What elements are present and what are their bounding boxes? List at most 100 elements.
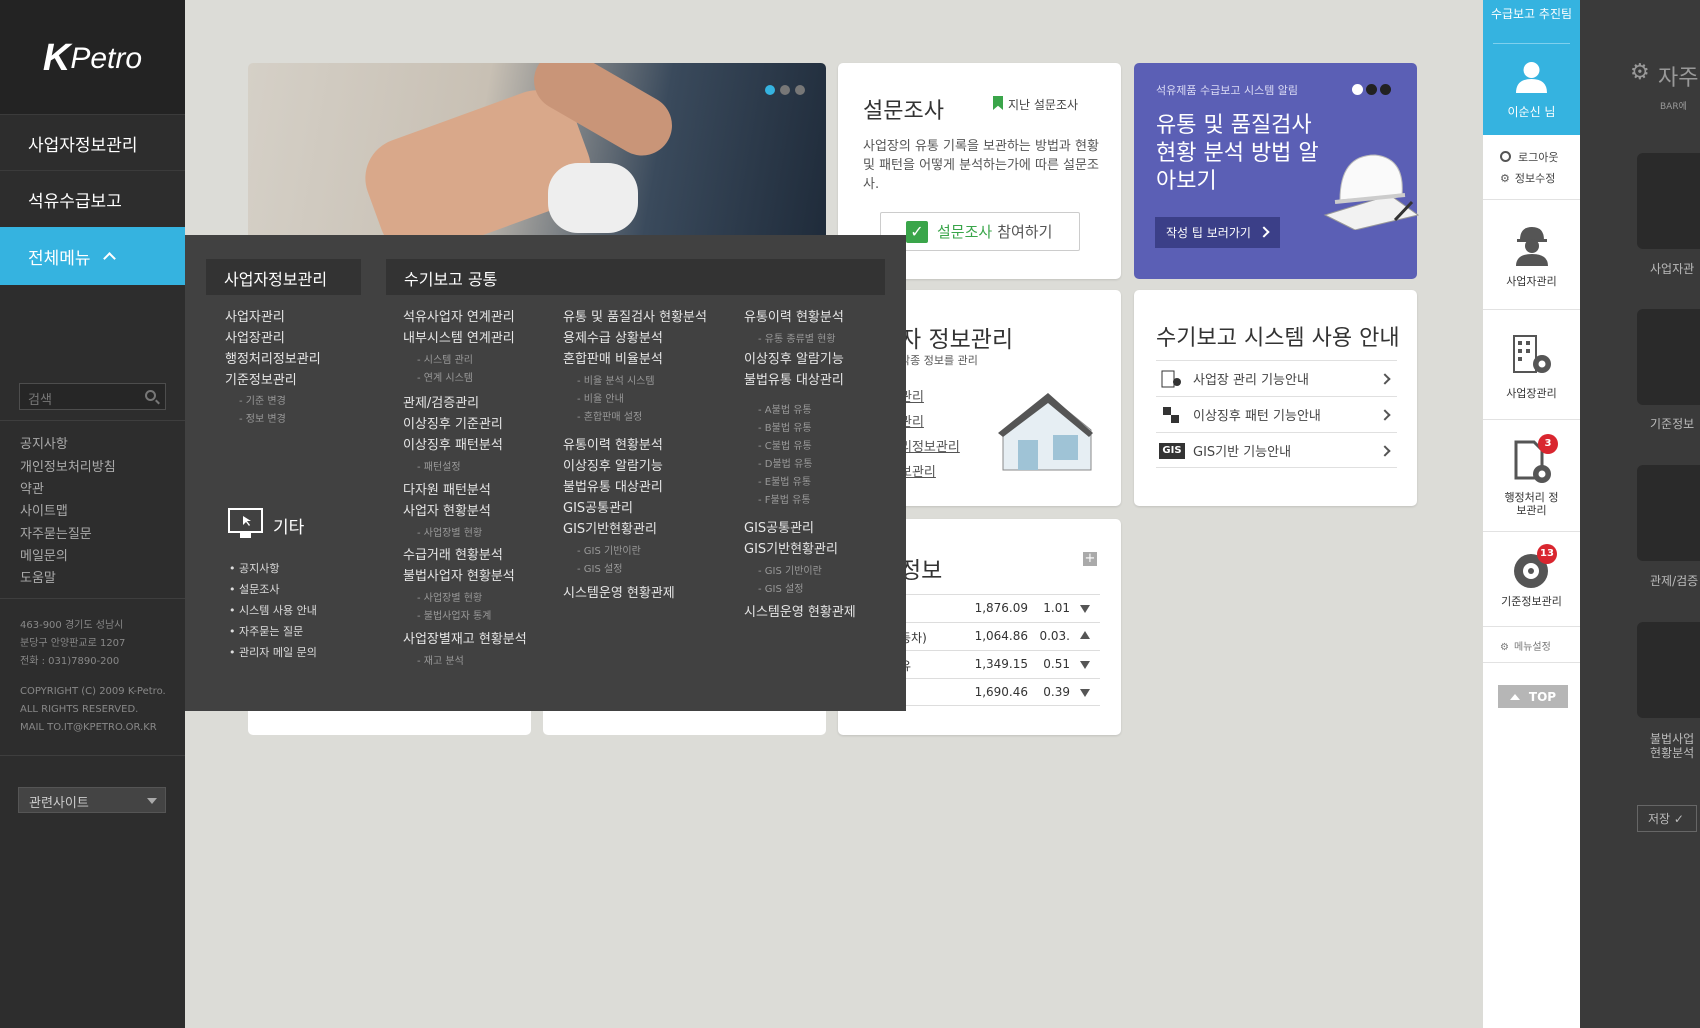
carousel-dot[interactable] bbox=[1380, 84, 1391, 95]
biz-link[interactable]: 리정보관리 bbox=[900, 436, 960, 455]
save-button[interactable]: 저장 ✓ bbox=[1637, 805, 1697, 832]
menu-subitem[interactable]: - 재고 분석 bbox=[417, 652, 464, 667]
search-input[interactable]: 검색 bbox=[19, 383, 166, 410]
menu-item[interactable]: 사업장관리 bbox=[225, 327, 285, 346]
menu-subitem[interactable]: - B불법 유통 bbox=[758, 419, 812, 434]
menu-item[interactable]: 혼합판매 비율분석 bbox=[563, 348, 663, 367]
menu-item[interactable]: 시스템운영 현황관제 bbox=[563, 582, 675, 601]
quick-standard-info[interactable]: 13 기준정보관리 bbox=[1483, 532, 1580, 625]
related-sites-select[interactable]: 관련사이트 bbox=[18, 787, 166, 813]
nav-oil-supply-report[interactable]: 석유수급보고 bbox=[0, 170, 185, 228]
link-terms[interactable]: 약관 bbox=[20, 478, 44, 501]
menu-settings-link[interactable]: ⚙ 메뉴설정 bbox=[1500, 638, 1551, 653]
menu-subitem[interactable]: - GIS 설정 bbox=[577, 560, 622, 575]
link-faq[interactable]: 자주묻는질문 bbox=[20, 523, 92, 546]
guide-row-business[interactable]: 사업장 관리 기능안내 bbox=[1156, 360, 1397, 396]
link-sitemap[interactable]: 사이트맵 bbox=[20, 500, 68, 523]
menu-item[interactable]: 사업자관리 bbox=[225, 306, 285, 325]
menu-subitem[interactable]: - GIS 기반이란 bbox=[577, 542, 641, 557]
menu-item[interactable]: GIS기반현황관리 bbox=[744, 538, 838, 557]
menu-subitem[interactable]: - 비율 안내 bbox=[577, 390, 624, 405]
etc-item[interactable]: • 시스템 사용 안내 bbox=[229, 602, 317, 618]
carousel-dot[interactable] bbox=[795, 85, 805, 95]
menu-item[interactable]: GIS기반현황관리 bbox=[563, 518, 657, 537]
custom-tile[interactable] bbox=[1637, 465, 1700, 561]
menu-item[interactable]: 불법유통 대상관리 bbox=[563, 476, 663, 495]
link-notice[interactable]: 공지사항 bbox=[20, 433, 68, 456]
menu-item[interactable]: 이상징후 알람기능 bbox=[563, 455, 663, 474]
menu-subitem[interactable]: - 사업장별 현황 bbox=[417, 524, 482, 539]
nav-all-menu[interactable]: 전체메뉴 bbox=[0, 227, 185, 285]
menu-subitem[interactable]: - D불법 유통 bbox=[758, 455, 812, 470]
guide-row-pattern[interactable]: 이상징후 패턴 기능안내 bbox=[1156, 396, 1397, 432]
etc-item[interactable]: • 공지사항 bbox=[229, 560, 279, 576]
menu-subitem[interactable]: - 혼합판매 설정 bbox=[577, 408, 642, 423]
menu-item[interactable]: 불법유통 대상관리 bbox=[744, 369, 844, 388]
edit-info-link[interactable]: ⚙ 정보수정 bbox=[1500, 170, 1555, 186]
link-mail[interactable]: 메일문의 bbox=[20, 545, 68, 568]
menu-item[interactable]: 내부시스템 연계관리 bbox=[403, 327, 515, 346]
menu-subitem[interactable]: - 정보 변경 bbox=[239, 410, 286, 425]
menu-item[interactable]: 시스템운영 현황관제 bbox=[744, 601, 856, 620]
menu-item[interactable]: 유통 및 품질검사 현황분석 bbox=[563, 306, 707, 325]
tips-button[interactable]: 작성 팁 보러가기 bbox=[1155, 217, 1280, 248]
carousel-dot[interactable] bbox=[1366, 84, 1377, 95]
promo-title: 유통 및 품질검사 현황 분석 방법 알아보기 bbox=[1156, 113, 1319, 194]
menu-item[interactable]: 이상징후 패턴분석 bbox=[403, 434, 503, 453]
menu-subitem[interactable]: - 패턴설정 bbox=[417, 458, 461, 473]
menu-item[interactable]: 수급거래 현황분석 bbox=[403, 544, 503, 563]
menu-subitem[interactable]: - GIS 기반이란 bbox=[758, 562, 822, 577]
menu-item[interactable]: 이상징후 알람기능 bbox=[744, 348, 844, 367]
etc-item[interactable]: • 설문조사 bbox=[229, 581, 279, 597]
menu-item[interactable]: 기준정보관리 bbox=[225, 369, 297, 388]
menu-item[interactable]: 행정처리정보관리 bbox=[225, 348, 321, 367]
menu-item[interactable]: 사업자 현황분석 bbox=[403, 500, 491, 519]
menu-subitem[interactable]: - 유통 종류별 현황 bbox=[758, 330, 836, 345]
menu-item[interactable]: 용제수급 상황분석 bbox=[563, 327, 663, 346]
link-privacy[interactable]: 개인정보처리방침 bbox=[20, 456, 116, 479]
quick-site-manage[interactable]: 사업장관리 bbox=[1483, 310, 1580, 418]
menu-subitem[interactable]: - C불법 유통 bbox=[758, 437, 812, 452]
menu-subitem[interactable]: - F불법 유통 bbox=[758, 491, 811, 506]
quick-business-manage[interactable]: 사업자관리 bbox=[1483, 200, 1580, 308]
menu-subitem[interactable]: - 연계 시스템 bbox=[417, 369, 473, 384]
custom-tile[interactable] bbox=[1637, 622, 1700, 718]
menu-item[interactable]: 유통이력 현황분석 bbox=[744, 306, 844, 325]
kpetro-logo[interactable]: K Petro bbox=[0, 0, 185, 117]
quick-admin-info[interactable]: 3 행정처리 정보관리 bbox=[1483, 420, 1580, 530]
menu-item[interactable]: 관제/검증관리 bbox=[403, 392, 479, 411]
custom-tile[interactable] bbox=[1637, 153, 1700, 249]
more-button[interactable]: + bbox=[1083, 552, 1097, 566]
carousel-dot-active[interactable] bbox=[1352, 84, 1363, 95]
search-icon[interactable] bbox=[145, 390, 156, 401]
nav-business-info[interactable]: 사업자정보관리 bbox=[0, 114, 185, 172]
etc-item[interactable]: • 관리자 메일 문의 bbox=[229, 644, 317, 660]
menu-item[interactable]: 불법사업자 현황분석 bbox=[403, 565, 515, 584]
etc-item[interactable]: • 자주묻는 질문 bbox=[229, 623, 303, 639]
menu-item[interactable]: 이상징후 기준관리 bbox=[403, 413, 503, 432]
menu-subitem[interactable]: - 시스템 관리 bbox=[417, 351, 473, 366]
custom-tile[interactable] bbox=[1637, 309, 1700, 405]
scroll-top-button[interactable]: TOP bbox=[1498, 685, 1568, 708]
menu-subitem[interactable]: - GIS 설정 bbox=[758, 580, 803, 595]
logout-link[interactable]: 로그아웃 bbox=[1500, 149, 1558, 165]
menu-item[interactable]: GIS공통관리 bbox=[563, 497, 633, 516]
price-change: 0.39 bbox=[1043, 685, 1070, 699]
menu-item[interactable]: 다자원 패턴분석 bbox=[403, 479, 491, 498]
menu-subitem[interactable]: - E불법 유통 bbox=[758, 473, 811, 488]
menu-item[interactable]: 사업장별재고 현황분석 bbox=[403, 628, 527, 647]
menu-subitem[interactable]: - 불법사업자 통계 bbox=[417, 607, 491, 622]
menu-item[interactable]: 석유사업자 연계관리 bbox=[403, 306, 515, 325]
carousel-dot[interactable] bbox=[780, 85, 790, 95]
menu-subitem[interactable]: - 사업장별 현황 bbox=[417, 589, 482, 604]
menu-item[interactable]: 유통이력 현황분석 bbox=[563, 434, 663, 453]
menu-item[interactable]: GIS공통관리 bbox=[744, 517, 814, 536]
menu-subitem[interactable]: - A불법 유통 bbox=[758, 401, 812, 416]
carousel-dot-active[interactable] bbox=[765, 85, 775, 95]
join-survey-button[interactable]: ✓ 설문조사 참여하기 bbox=[880, 212, 1080, 251]
menu-subitem[interactable]: - 비율 분석 시스템 bbox=[577, 372, 655, 387]
menu-subitem[interactable]: - 기준 변경 bbox=[239, 392, 286, 407]
link-help[interactable]: 도움말 bbox=[20, 567, 56, 590]
guide-row-gis[interactable]: GIS GIS기반 기능안내 bbox=[1156, 432, 1397, 468]
past-survey-link[interactable]: 지난 설문조사 bbox=[1008, 96, 1078, 113]
